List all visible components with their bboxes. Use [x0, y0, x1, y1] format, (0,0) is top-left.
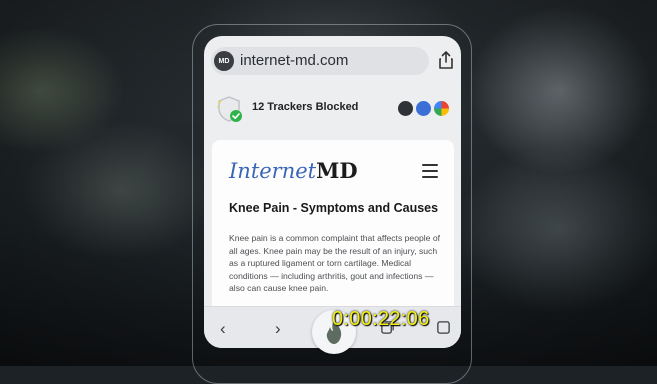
back-button[interactable]: ‹	[220, 319, 226, 339]
logo-part-md: MD	[316, 158, 358, 183]
tracker-icons	[398, 101, 450, 117]
video-timestamp: 0:00:22:06	[332, 308, 430, 330]
article-body: Knee pain is a common complaint that aff…	[229, 233, 440, 294]
share-icon[interactable]	[438, 50, 454, 70]
shield-check-icon	[217, 96, 242, 122]
address-bar[interactable]: MD internet-md.com	[211, 47, 429, 75]
site-logo[interactable]: InternetMD	[229, 158, 358, 183]
more-icon[interactable]	[436, 320, 451, 335]
trackers-blocked-label: 12 Trackers Blocked	[252, 101, 359, 113]
hamburger-menu-icon[interactable]	[422, 164, 438, 178]
tracker-icon	[398, 101, 413, 116]
browser-window: MD internet-md.com 12 Trackers Blocked I…	[204, 36, 461, 348]
article-title: Knee Pain - Symptoms and Causes	[229, 201, 439, 215]
url-text[interactable]: internet-md.com	[240, 52, 348, 69]
tracker-summary[interactable]: 12 Trackers Blocked	[204, 94, 461, 124]
logo-part-internet: Internet	[229, 159, 317, 183]
google-icon	[434, 101, 449, 116]
facebook-icon	[416, 101, 431, 116]
site-favicon: MD	[214, 51, 234, 71]
forward-button[interactable]: ›	[275, 319, 281, 339]
